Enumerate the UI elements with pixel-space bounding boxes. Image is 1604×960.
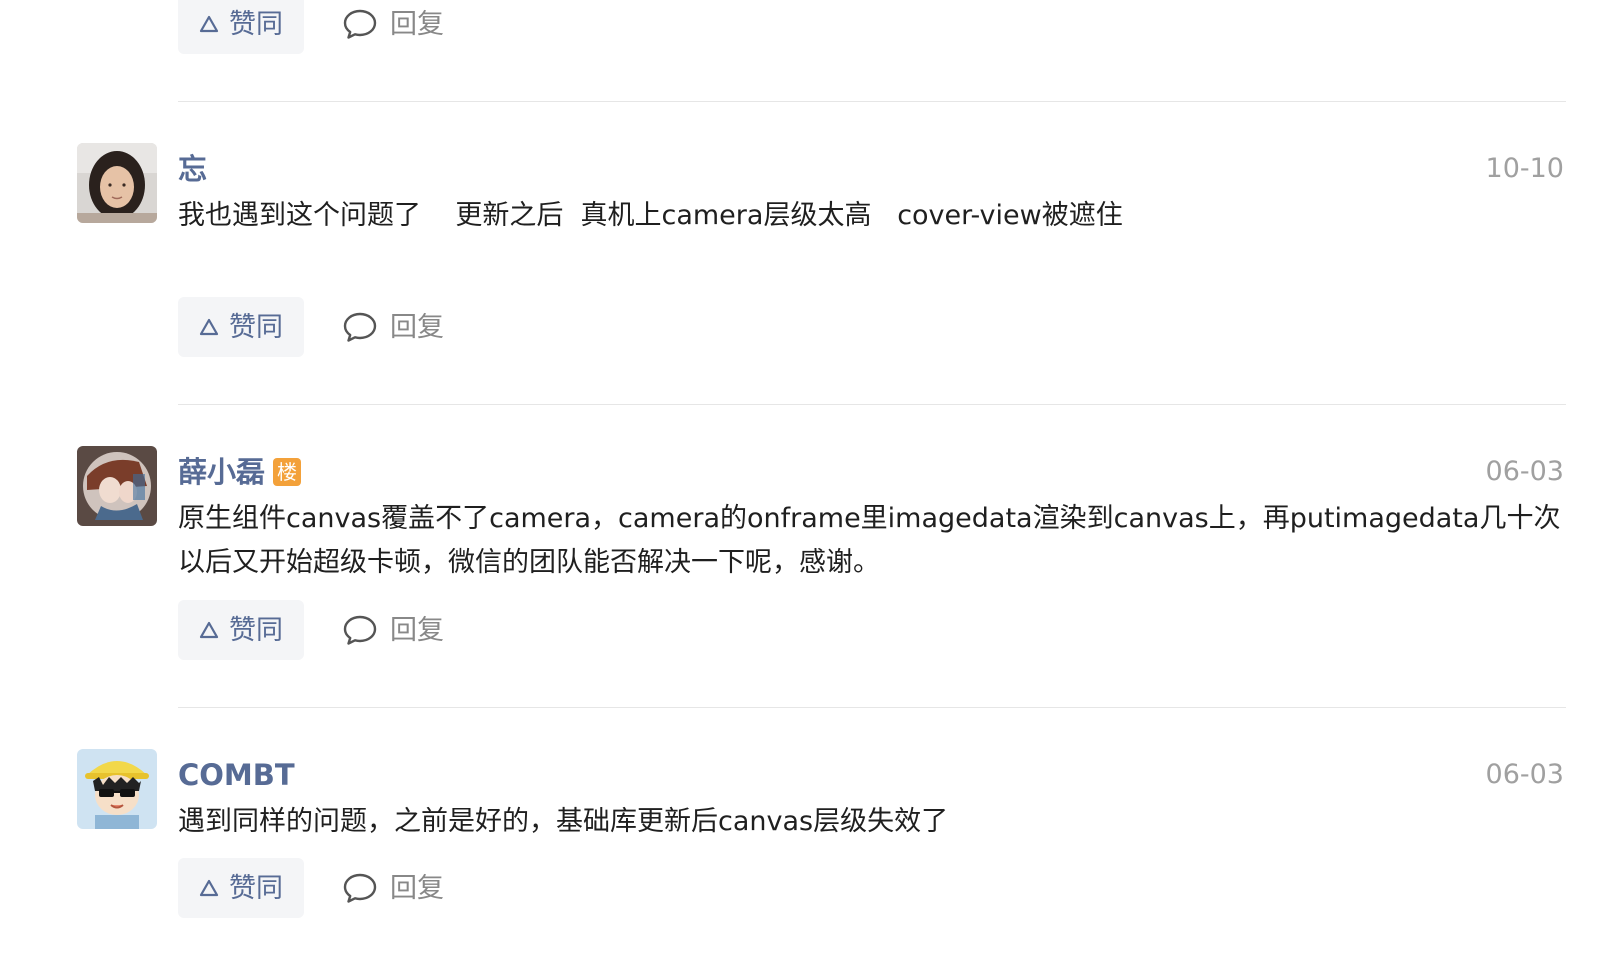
comment-text: 遇到同样的问题，之前是好的，基础库更新后canvas层级失效了 — [178, 806, 949, 837]
divider — [178, 404, 1566, 405]
comment-author-line: COMBT — [178, 756, 295, 794]
divider — [178, 707, 1566, 708]
comment-text: 我也遇到这个问题了 更新之后 真机上camera层级太高 cover-view被… — [178, 200, 1123, 231]
anime-couple-avatar — [77, 446, 157, 526]
like-button[interactable]: 赞同 — [178, 0, 304, 54]
reply-button[interactable]: 回复 — [342, 870, 444, 906]
cartoon-sunglasses-avatar — [77, 749, 157, 829]
like-button[interactable]: 赞同 — [178, 858, 304, 918]
reply-button[interactable]: 回复 — [342, 6, 444, 42]
comment-author-line: 忘 — [178, 150, 207, 188]
reply-label: 回复 — [390, 8, 444, 40]
comment-date: 06-03 — [1485, 759, 1564, 790]
author-name[interactable]: COMBT — [178, 760, 295, 790]
speech-bubble-icon — [342, 870, 378, 906]
triangle-up-icon — [199, 317, 219, 337]
comment-date: 10-10 — [1485, 153, 1564, 184]
comment-author-line: 薛小磊 楼 — [178, 453, 302, 491]
triangle-up-icon — [199, 620, 219, 640]
triangle-up-icon — [199, 878, 219, 898]
reply-button[interactable]: 回复 — [342, 309, 444, 345]
like-label: 赞同 — [229, 872, 283, 904]
speech-bubble-icon — [342, 309, 378, 345]
comment-text: 原生组件canvas覆盖不了camera，camera的onframe里imag… — [178, 503, 1561, 578]
owner-badge: 楼 — [273, 458, 302, 486]
like-button[interactable]: 赞同 — [178, 297, 304, 357]
avatar[interactable] — [77, 143, 157, 223]
like-label: 赞同 — [229, 8, 283, 40]
author-name[interactable]: 薛小磊 — [178, 457, 265, 487]
reply-button[interactable]: 回复 — [342, 612, 444, 648]
speech-bubble-icon — [342, 6, 378, 42]
reply-label: 回复 — [390, 311, 444, 343]
like-label: 赞同 — [229, 311, 283, 343]
like-button[interactable]: 赞同 — [178, 600, 304, 660]
woman-photo-avatar — [77, 143, 157, 223]
reply-label: 回复 — [390, 872, 444, 904]
comment-actions: 赞同 回复 — [178, 858, 444, 918]
speech-bubble-icon — [342, 612, 378, 648]
triangle-up-icon — [199, 14, 219, 34]
comment-list: 赞同 回复 忘 10-10 我也遇到这个问题了 更新之后 真机上camera层级… — [0, 0, 1604, 960]
comment-actions: 赞同 回复 — [178, 297, 444, 357]
author-name[interactable]: 忘 — [178, 154, 207, 184]
reply-label: 回复 — [390, 614, 444, 646]
comment-actions-previous: 赞同 回复 — [178, 0, 444, 54]
avatar[interactable] — [77, 446, 157, 526]
divider — [178, 101, 1566, 102]
comment-actions: 赞同 回复 — [178, 600, 444, 660]
like-label: 赞同 — [229, 614, 283, 646]
avatar[interactable] — [77, 749, 157, 829]
comment-date: 06-03 — [1485, 456, 1564, 487]
